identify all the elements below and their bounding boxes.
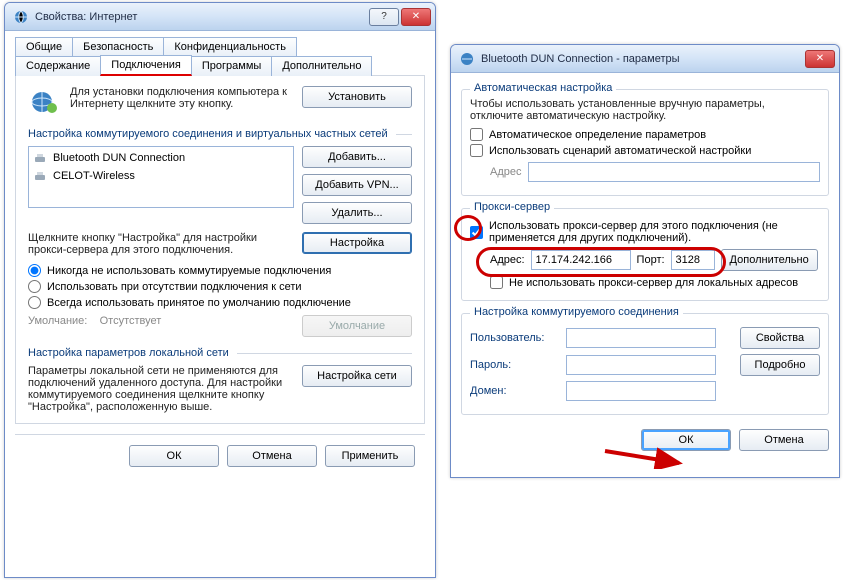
window-title: Свойства: Интернет	[35, 11, 367, 23]
radio-dial-if-no-net[interactable]	[28, 280, 41, 293]
tab-security[interactable]: Безопасность	[72, 37, 164, 56]
dialup-legend: Настройка коммутируемого соединения	[470, 306, 683, 318]
details-button[interactable]: Подробно	[740, 354, 820, 376]
radio-label: Никогда не использовать коммутируемые по…	[47, 265, 331, 277]
user-label: Пользователь:	[470, 332, 560, 344]
lan-hint: Параметры локальной сети не применяются …	[28, 365, 294, 413]
add-vpn-button[interactable]: Добавить VPN...	[302, 174, 412, 196]
setup-help-text: Для установки подключения компьютера к И…	[70, 86, 294, 118]
ok-button[interactable]: ОК	[129, 445, 219, 467]
domain-label: Домен:	[470, 385, 560, 397]
titlebar-left: Свойства: Интернет ? ✕	[5, 3, 435, 31]
settings-button[interactable]: Настройка	[302, 232, 412, 254]
tab-programs[interactable]: Программы	[191, 56, 272, 76]
tab-privacy[interactable]: Конфиденциальность	[163, 37, 297, 56]
proxy-legend: Прокси-сервер	[470, 201, 554, 213]
checkbox-label: Не использовать прокси-сервер для локаль…	[509, 277, 798, 289]
list-item-label: CELOT-Wireless	[53, 170, 135, 182]
proxy-port-label: Порт:	[637, 254, 665, 266]
connection-icon	[459, 51, 475, 67]
modem-icon	[33, 151, 47, 165]
window-title: Bluetooth DUN Connection - параметры	[481, 53, 803, 65]
user-input[interactable]	[566, 328, 716, 348]
checkbox-label: Использовать прокси-сервер для этого под…	[489, 220, 820, 244]
password-label: Пароль:	[470, 359, 560, 371]
auto-config-hint: Чтобы использовать установленные вручную…	[470, 98, 820, 122]
auto-config-legend: Автоматическая настройка	[470, 82, 616, 94]
tab-connections[interactable]: Подключения	[100, 55, 192, 76]
ok-button[interactable]: ОК	[641, 429, 731, 451]
list-item[interactable]: Bluetooth DUN Connection	[31, 149, 291, 167]
cancel-button[interactable]: Отмена	[739, 429, 829, 451]
radio-always-dial[interactable]	[28, 296, 41, 309]
help-button[interactable]: ?	[369, 8, 399, 26]
use-script-checkbox[interactable]	[470, 144, 483, 157]
proxy-address-input[interactable]	[531, 250, 631, 270]
default-label: Умолчание:	[28, 315, 87, 327]
remove-button[interactable]: Удалить...	[302, 202, 412, 224]
properties-button[interactable]: Свойства	[740, 327, 820, 349]
radio-label: Использовать при отсутствии подключения …	[47, 281, 302, 293]
domain-input[interactable]	[566, 381, 716, 401]
close-button[interactable]: ✕	[805, 50, 835, 68]
dial-section-label: Настройка коммутируемого соединения и ви…	[28, 128, 388, 140]
add-button[interactable]: Добавить...	[302, 146, 412, 168]
tab-content[interactable]: Содержание	[15, 56, 101, 76]
script-address-input	[528, 162, 821, 182]
settings-hint: Щелкните кнопку "Настройка" для настройк…	[28, 232, 294, 256]
checkbox-label: Автоматическое определение параметров	[489, 129, 706, 141]
cancel-button[interactable]: Отмена	[227, 445, 317, 467]
set-default-button: Умолчание	[302, 315, 412, 337]
password-input[interactable]	[566, 355, 716, 375]
modem-icon	[33, 169, 47, 183]
bypass-local-checkbox[interactable]	[490, 276, 503, 289]
proxy-address-label: Адрес:	[490, 254, 525, 266]
titlebar-right: Bluetooth DUN Connection - параметры ✕	[451, 45, 839, 73]
globe-icon	[28, 86, 60, 118]
lan-settings-button[interactable]: Настройка сети	[302, 365, 412, 387]
radio-never-dial[interactable]	[28, 264, 41, 277]
script-address-label: Адрес	[490, 166, 522, 178]
use-proxy-checkbox[interactable]	[470, 226, 483, 239]
internet-options-icon	[13, 9, 29, 25]
close-button[interactable]: ✕	[401, 8, 431, 26]
default-value: Отсутствует	[100, 315, 162, 327]
connections-listbox[interactable]: Bluetooth DUN Connection CELOT-Wireless	[28, 146, 294, 208]
proxy-port-input[interactable]	[671, 250, 715, 270]
list-item-label: Bluetooth DUN Connection	[53, 152, 185, 164]
setup-button[interactable]: Установить	[302, 86, 412, 108]
radio-label: Всегда использовать принятое по умолчани…	[47, 297, 351, 309]
lan-section-label: Настройка параметров локальной сети	[28, 347, 229, 359]
tab-general[interactable]: Общие	[15, 37, 73, 56]
auto-detect-checkbox[interactable]	[470, 128, 483, 141]
tab-advanced[interactable]: Дополнительно	[271, 56, 372, 76]
checkbox-label: Использовать сценарий автоматической нас…	[489, 145, 751, 157]
list-item[interactable]: CELOT-Wireless	[31, 167, 291, 185]
proxy-advanced-button[interactable]: Дополнительно	[721, 249, 818, 271]
apply-button[interactable]: Применить	[325, 445, 415, 467]
